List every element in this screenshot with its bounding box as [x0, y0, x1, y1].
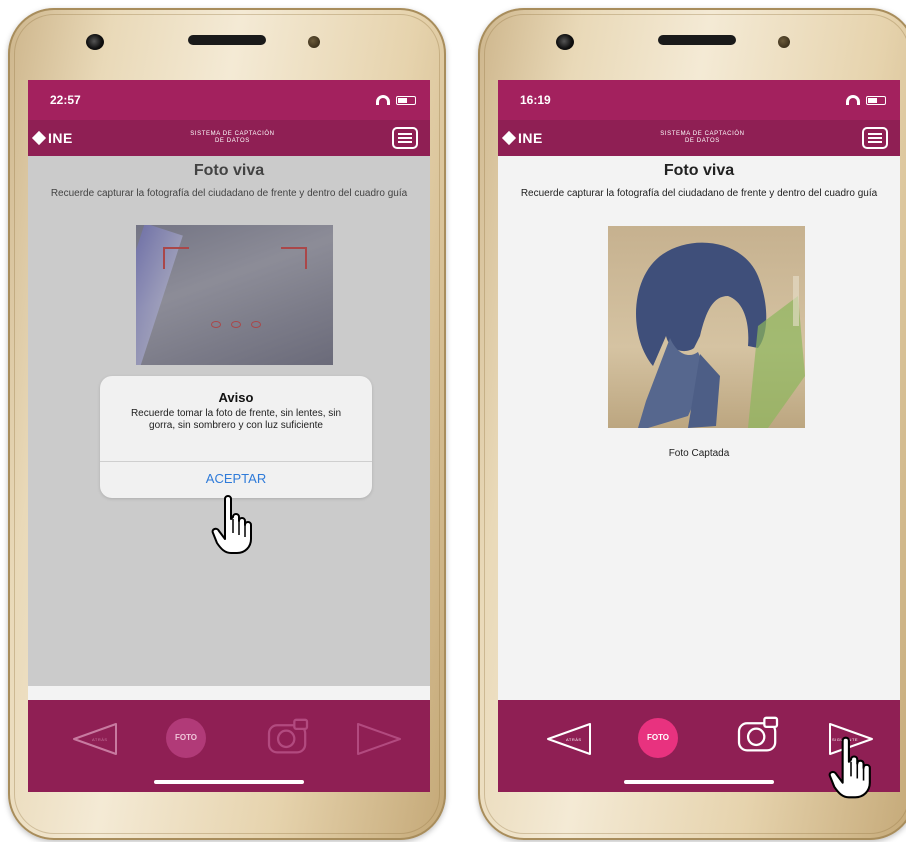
- photo-caption: Foto Captada: [668, 448, 730, 459]
- battery-icon: [396, 95, 416, 105]
- front-camera: [556, 34, 574, 50]
- screen-right: 16:19 INE SISTEMA DE CAPTACIÓN DE DATOS …: [498, 80, 900, 792]
- status-time: 22:57: [50, 93, 81, 107]
- bottom-nav: atrás FOTO: [28, 700, 430, 792]
- stage: 22:57 INE SISTEMA DE CAPTACIÓN DE DATOS …: [0, 0, 906, 842]
- foto-button[interactable]: FOTO: [638, 718, 678, 758]
- camera-icon[interactable]: [263, 718, 313, 756]
- logo-text: INE: [48, 130, 73, 146]
- phone-right: 16:19 INE SISTEMA DE CAPTACIÓN DE DATOS …: [478, 8, 906, 840]
- app-bar: INE SISTEMA DE CAPTACIÓN DE DATOS: [28, 120, 430, 156]
- status-time: 16:19: [520, 93, 551, 107]
- logo-mark-icon: [31, 130, 47, 146]
- wifi-icon: [376, 95, 390, 105]
- app-title: SISTEMA DE CAPTACIÓN DE DATOS: [660, 131, 745, 144]
- silhouette-image: [636, 242, 805, 428]
- dialog-message: Recuerde tomar la foto de frente, sin le…: [130, 408, 342, 431]
- earpiece-speaker: [658, 35, 736, 45]
- logo-mark-icon: [501, 130, 517, 146]
- dialog-title: Aviso: [218, 390, 254, 405]
- ine-logo: INE: [501, 130, 543, 146]
- proximity-sensor: [778, 36, 790, 48]
- status-bar: 22:57: [28, 80, 430, 120]
- content-right: Foto viva Recuerde capturar la fotografí…: [498, 156, 900, 688]
- earpiece-speaker: [188, 35, 266, 45]
- hand-pointer-icon: [828, 736, 871, 799]
- menu-icon[interactable]: [392, 127, 418, 149]
- phone-left: 22:57 INE SISTEMA DE CAPTACIÓN DE DATOS …: [8, 8, 446, 840]
- home-indicator: [624, 780, 774, 784]
- home-indicator: [154, 780, 304, 784]
- accept-button[interactable]: ACEPTAR: [100, 461, 372, 495]
- logo-text: INE: [518, 130, 543, 146]
- notice-dialog: Aviso Recuerde tomar la foto de frente, …: [100, 376, 372, 498]
- front-camera: [86, 34, 104, 50]
- proximity-sensor: [308, 36, 320, 48]
- wifi-icon: [846, 95, 860, 105]
- ine-logo: INE: [31, 130, 73, 146]
- hand-pointer-icon: [211, 495, 252, 554]
- forward-arrow-icon[interactable]: [354, 720, 404, 758]
- back-label: atrás: [566, 737, 582, 742]
- status-bar: 16:19: [498, 80, 900, 120]
- status-icons: [376, 95, 416, 105]
- menu-icon[interactable]: [862, 127, 888, 149]
- status-icons: [846, 95, 886, 105]
- app-bar: INE SISTEMA DE CAPTACIÓN DE DATOS: [498, 120, 900, 156]
- battery-icon: [866, 95, 886, 105]
- page-title: Foto viva: [663, 162, 735, 179]
- camera-icon[interactable]: [733, 716, 783, 754]
- instruction-text: Recuerde capturar la fotografía del ciud…: [520, 188, 878, 199]
- app-title: SISTEMA DE CAPTACIÓN DE DATOS: [190, 131, 275, 144]
- captured-photo: [608, 226, 805, 428]
- foto-button[interactable]: FOTO: [166, 718, 206, 758]
- screen-left: 22:57 INE SISTEMA DE CAPTACIÓN DE DATOS …: [28, 80, 430, 792]
- back-label: atrás: [92, 737, 108, 742]
